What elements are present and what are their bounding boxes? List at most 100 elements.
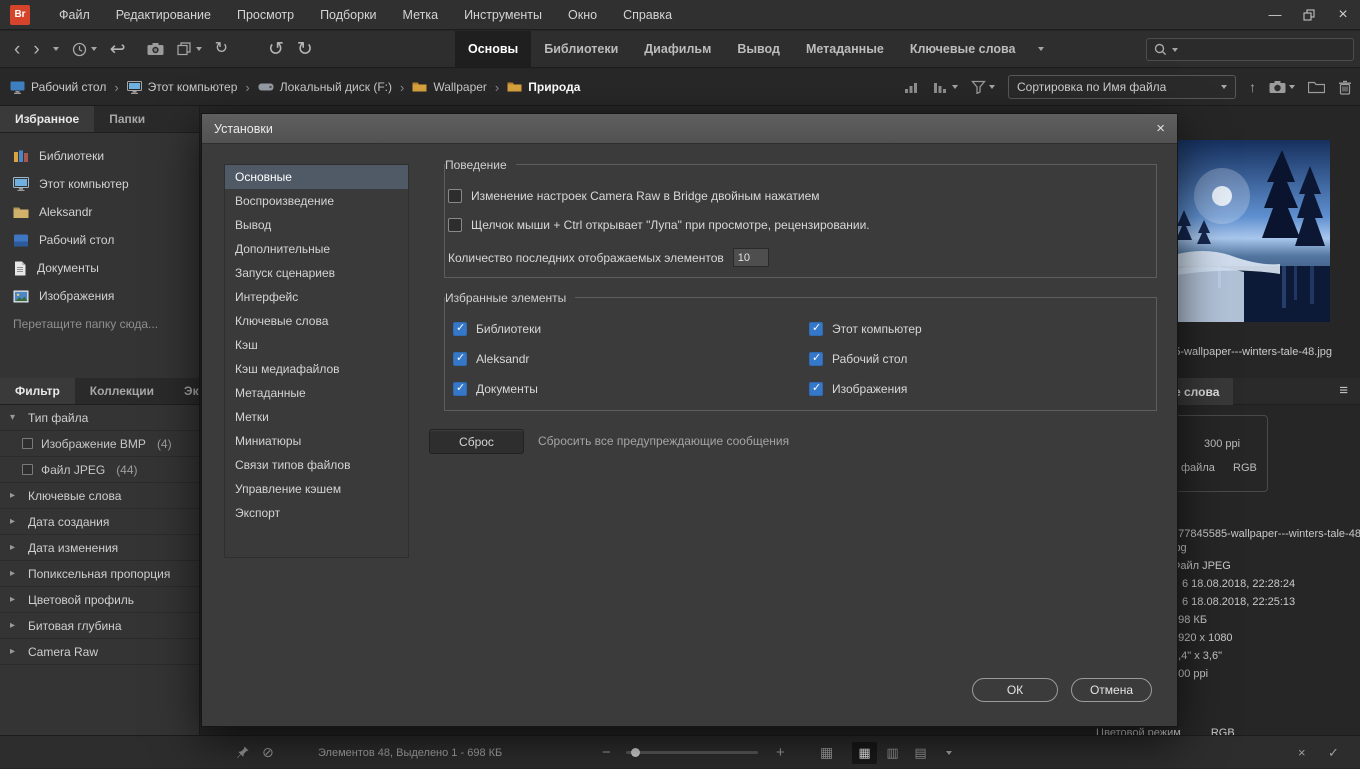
view-list-button[interactable]: ▤ xyxy=(908,742,933,764)
workspace-tab-output[interactable]: Вывод xyxy=(724,31,793,67)
filter-group-date-modified[interactable]: ▸ Дата изменения xyxy=(0,535,199,561)
sort-dropdown[interactable]: Сортировка по Имя файла xyxy=(1008,75,1236,99)
sort-direction-button[interactable]: ↑ xyxy=(1249,79,1256,95)
cancel-button[interactable]: Отмена xyxy=(1071,678,1152,702)
filter-group-keywords[interactable]: ▸ Ключевые слова xyxy=(0,483,199,509)
pin-button[interactable] xyxy=(236,736,250,769)
workspace-tab-essentials[interactable]: Основы xyxy=(455,31,531,67)
filter-option-jpeg[interactable]: Файл JPEG (44) xyxy=(0,457,199,483)
favorites-item-libraries[interactable]: Библиотеки xyxy=(0,142,199,170)
delete-item-button[interactable] xyxy=(1338,80,1352,95)
view-details-button[interactable]: ▥ xyxy=(880,742,905,764)
preview-image[interactable] xyxy=(1170,140,1330,322)
close-window-button[interactable]: × xyxy=(1326,0,1360,29)
section-advanced[interactable]: Дополнительные xyxy=(225,237,408,261)
breadcrumb-desktop[interactable]: Рабочий стол xyxy=(10,80,106,94)
workspace-more-chevron[interactable] xyxy=(1028,31,1054,67)
sort-ascending-button[interactable] xyxy=(904,80,920,94)
menu-file[interactable]: Файл xyxy=(46,0,103,29)
search-box[interactable] xyxy=(1146,38,1354,61)
favorites-item-this-pc[interactable]: Этот компьютер xyxy=(0,170,199,198)
breadcrumb-local-disk-f[interactable]: Локальный диск (F:) xyxy=(258,80,392,94)
section-thumbnails[interactable]: Миниатюры xyxy=(225,429,408,453)
tab-filter[interactable]: Фильтр xyxy=(0,378,75,404)
filter-group-camera-raw[interactable]: ▸ Camera Raw xyxy=(0,639,199,665)
breadcrumb-priroda[interactable]: Природа xyxy=(507,80,580,94)
section-file-type-associations[interactable]: Связи типов файлов xyxy=(225,453,408,477)
restore-button[interactable] xyxy=(1292,0,1326,29)
workspace-tab-libraries[interactable]: Библиотеки xyxy=(531,31,631,67)
filter-group-color-profile[interactable]: ▸ Цветовой профиль xyxy=(0,587,199,613)
camera-raw-double-click-option[interactable]: Изменение настроек Camera Raw в Bridge д… xyxy=(448,189,820,203)
dialog-close-button[interactable]: × xyxy=(1156,120,1165,137)
favorite-this-pc-option[interactable]: Этот компьютер xyxy=(809,322,922,336)
section-playback[interactable]: Воспроизведение xyxy=(225,189,408,213)
workspace-tab-filmstrip[interactable]: Диафильм xyxy=(631,31,724,67)
workspace-tab-metadata[interactable]: Метаданные xyxy=(793,31,897,67)
menu-tools[interactable]: Инструменты xyxy=(451,0,555,29)
camera-import-button[interactable] xyxy=(1269,80,1295,94)
menu-label[interactable]: Метка xyxy=(390,0,452,29)
filter-items-button[interactable] xyxy=(971,80,995,94)
search-scope-chevron-icon[interactable] xyxy=(1172,48,1178,52)
tab-collections[interactable]: Коллекции xyxy=(75,378,169,404)
favorite-desktop-option[interactable]: Рабочий стол xyxy=(809,352,907,366)
menu-help[interactable]: Справка xyxy=(610,0,685,29)
rotate-right-button[interactable]: ↻ xyxy=(297,40,313,59)
rotate-left-button[interactable]: ↺ xyxy=(268,40,284,59)
thumbnail-size-slider[interactable] xyxy=(626,751,758,754)
dialog-title-bar[interactable]: Установки × xyxy=(202,114,1177,144)
lock-grid-button[interactable]: ▦ xyxy=(820,736,833,769)
tab-export[interactable]: Экспорт xyxy=(169,378,200,404)
get-photos-button[interactable] xyxy=(147,42,164,56)
tab-folders[interactable]: Папки xyxy=(94,106,160,132)
apply-button[interactable]: ✓ xyxy=(1328,736,1339,769)
ctrl-click-loupe-option[interactable]: Щелчок мыши + Ctrl открывает "Лупа" при … xyxy=(448,218,870,232)
filter-group-bit-depth[interactable]: ▸ Битовая глубина xyxy=(0,613,199,639)
section-interface[interactable]: Интерфейс xyxy=(225,285,408,309)
filter-group-file-type[interactable]: ▾ Тип файла xyxy=(0,405,199,431)
breadcrumb-wallpaper[interactable]: Wallpaper xyxy=(412,80,487,94)
refresh-button[interactable]: ↻ xyxy=(215,41,228,57)
search-input[interactable] xyxy=(1183,43,1346,57)
favorites-item-documents[interactable]: Документы xyxy=(0,254,199,282)
slider-knob[interactable] xyxy=(631,748,640,757)
menu-view[interactable]: Просмотр xyxy=(224,0,307,29)
sort-descending-button[interactable] xyxy=(933,80,958,94)
menu-stacks[interactable]: Подборки xyxy=(307,0,389,29)
section-output[interactable]: Вывод xyxy=(225,213,408,237)
nav-history-chevron-icon[interactable] xyxy=(53,47,59,51)
favorites-item-aleksandr[interactable]: Aleksandr xyxy=(0,198,199,226)
tab-favorites[interactable]: Избранное xyxy=(0,106,94,132)
menu-window[interactable]: Окно xyxy=(555,0,610,29)
section-media-cache[interactable]: Кэш медиафайлов xyxy=(225,357,408,381)
zoom-out-button[interactable]: − xyxy=(602,736,611,769)
panel-menu-icon[interactable]: ≡ xyxy=(1339,382,1348,399)
view-more-chevron[interactable] xyxy=(936,742,961,764)
favorite-libraries-option[interactable]: Библиотеки xyxy=(453,322,541,336)
favorites-item-pictures[interactable]: Изображения xyxy=(0,282,199,310)
favorite-documents-option[interactable]: Документы xyxy=(453,382,538,396)
workspace-tab-keywords[interactable]: Ключевые слова xyxy=(897,31,1029,67)
back-button[interactable]: ‹ xyxy=(14,40,20,59)
filter-group-date-created[interactable]: ▸ Дата создания xyxy=(0,509,199,535)
reset-warnings-button[interactable]: Сброс xyxy=(429,429,524,454)
recent-history-button[interactable] xyxy=(72,42,97,57)
breadcrumb-this-pc[interactable]: Этот компьютер xyxy=(127,80,238,94)
favorite-aleksandr-option[interactable]: Aleksandr xyxy=(453,352,529,366)
filter-option-bmp[interactable]: Изображение BMP (4) xyxy=(0,431,199,457)
minimize-button[interactable]: — xyxy=(1258,0,1292,29)
view-thumbnails-button[interactable]: ▦ xyxy=(852,742,877,764)
section-labels[interactable]: Метки xyxy=(225,405,408,429)
filter-group-aspect-ratio[interactable]: ▸ Попиксельная пропорция xyxy=(0,561,199,587)
favorites-item-desktop[interactable]: Рабочий стол xyxy=(0,226,199,254)
new-folder-button[interactable] xyxy=(1308,81,1325,94)
section-metadata[interactable]: Метаданные xyxy=(225,381,408,405)
open-recent-file-button[interactable] xyxy=(177,42,202,56)
clear-filter-button[interactable]: × xyxy=(1298,736,1306,769)
section-cache[interactable]: Кэш xyxy=(225,333,408,357)
zoom-in-button[interactable]: + xyxy=(776,736,785,769)
reject-button[interactable]: ⊘ xyxy=(262,736,274,769)
section-cache-management[interactable]: Управление кэшем xyxy=(225,477,408,501)
boomerang-return-button[interactable]: ↩ xyxy=(110,40,126,59)
